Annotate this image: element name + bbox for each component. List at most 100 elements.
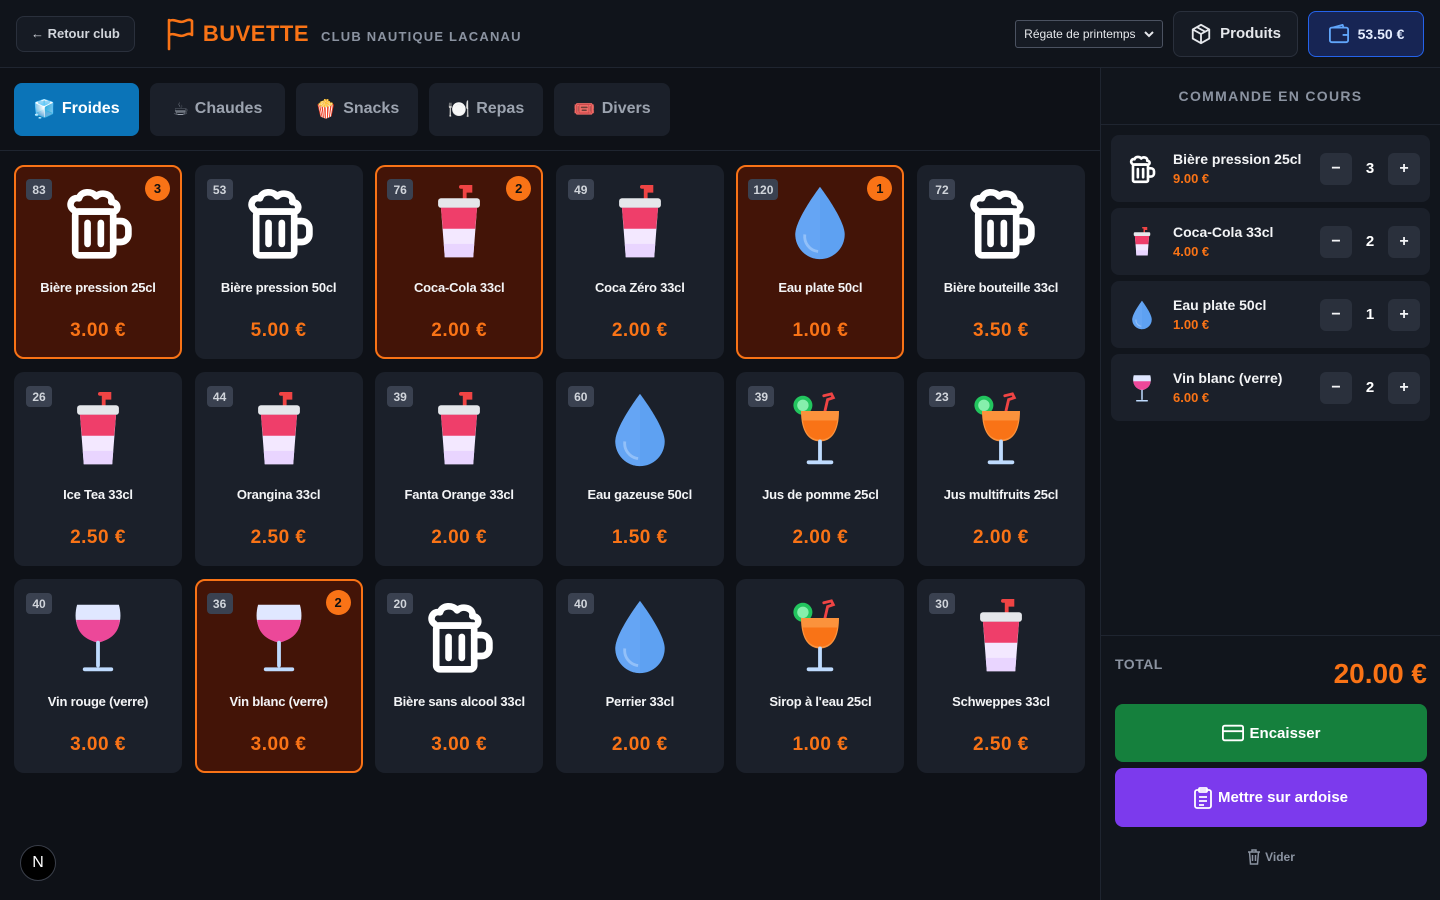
product-price: 3.00 € [431, 734, 488, 755]
tab-snacks[interactable]: 🍿 Snacks [296, 82, 418, 136]
tropical-drink-icon [963, 392, 1039, 468]
wallet-icon [1328, 23, 1349, 43]
product-price: 2.00 € [431, 527, 488, 548]
product-name: Perrier 33cl [605, 694, 675, 709]
put-on-tab-label: Mettre sur ardoise [1217, 789, 1349, 806]
tab-divers[interactable]: 🎟️ Divers [554, 82, 670, 136]
product-card[interactable]: 23 Jus multifruits 25cl 2.00 € [916, 372, 1085, 566]
event-select[interactable]: Régate de printemps [1015, 19, 1164, 48]
order-item: Eau plate 50cl 1.00 € − 1 + [1111, 281, 1430, 348]
products-button[interactable]: Produits [1173, 10, 1298, 57]
product-price: 2.00 € [611, 320, 668, 341]
product-card[interactable]: 30 Schweppes 33cl 2.50 € [916, 579, 1085, 773]
water-drop-icon [602, 599, 678, 675]
product-name: Bière pression 50cl [220, 280, 337, 295]
clear-order-button[interactable]: Vider [1236, 849, 1306, 865]
product-card[interactable]: 83 3 Bière pression 25cl 3.00 € [14, 165, 182, 359]
dev-tools-badge[interactable]: N [20, 845, 56, 881]
product-name: Ice Tea 33cl [63, 487, 133, 502]
order-item-price: 9.00 € [1173, 171, 1210, 186]
product-card[interactable]: 20 Bière sans alcool 33cl 3.00 € [375, 579, 544, 773]
order-item-name: Eau plate 50cl [1173, 297, 1267, 313]
tab-froides[interactable]: 🧊 Froides [14, 82, 139, 136]
product-price: 1.00 € [792, 734, 849, 755]
product-card[interactable]: 72 Bière bouteille 33cl 3.50 € [916, 165, 1085, 359]
product-price: 2.50 € [70, 527, 126, 548]
soda-cup-icon [60, 392, 136, 468]
stock-badge: 49 [567, 179, 594, 200]
brand-title: BUVETTE [202, 20, 310, 46]
product-card[interactable]: 53 Bière pression 50cl 5.00 € [194, 165, 363, 359]
product-card[interactable]: 40 Perrier 33cl 2.00 € [555, 579, 724, 773]
stock-badge: 23 [928, 386, 955, 407]
tab-chaudes[interactable]: ☕ Chaudes [150, 82, 285, 136]
order-item-price: 4.00 € [1173, 244, 1210, 259]
decrease-button[interactable]: − [1320, 225, 1352, 258]
order-item-name: Vin blanc (verre) [1173, 370, 1283, 386]
product-name: Coca-Cola 33cl [413, 280, 505, 295]
soda-cup-icon [421, 185, 497, 261]
soda-cup-icon [241, 392, 317, 468]
stock-badge: 40 [26, 593, 52, 614]
total-value: 20.00 € [1333, 658, 1427, 689]
quantity-stepper: − 3 + [1320, 152, 1420, 185]
wine-glass-icon [241, 599, 317, 675]
increase-button[interactable]: + [1388, 152, 1420, 185]
total-label: TOTAL [1115, 656, 1163, 672]
stock-badge: 76 [387, 179, 414, 200]
decrease-button[interactable]: − [1320, 371, 1352, 404]
order-item: Bière pression 25cl 9.00 € − 3 + [1111, 135, 1430, 202]
increase-button[interactable]: + [1388, 298, 1420, 331]
product-card[interactable]: 76 2 Coca-Cola 33cl 2.00 € [375, 165, 544, 359]
products-button-label: Produits [1220, 25, 1281, 42]
put-on-tab-button[interactable]: Mettre sur ardoise [1115, 768, 1427, 827]
product-price: 2.00 € [431, 320, 488, 341]
wine-glass-icon [60, 599, 136, 675]
product-price: 3.00 € [70, 734, 126, 755]
product-card[interactable]: 120 1 Eau plate 50cl 1.00 € [736, 165, 905, 359]
product-name: Vin blanc (verre) [229, 694, 328, 709]
product-card[interactable]: 39 Jus de pomme 25cl 2.00 € [736, 372, 905, 566]
product-name: Schweppes 33cl [952, 694, 1050, 709]
product-name: Orangina 33cl [236, 487, 321, 502]
water-drop-icon [782, 185, 858, 261]
event-select-value: Régate de printemps [1024, 26, 1136, 41]
product-name: Bière pression 25cl [40, 280, 156, 295]
tab-label: Chaudes [194, 100, 263, 117]
product-card[interactable]: 60 Eau gazeuse 50cl 1.50 € [555, 372, 724, 566]
order-item: Coca-Cola 33cl 4.00 € − 2 + [1111, 208, 1430, 275]
back-to-club-button[interactable]: ← Retour club [16, 15, 135, 52]
order-item-qty: 1 [1365, 306, 1375, 323]
product-card[interactable]: 49 Coca Zéro 33cl 2.00 € [555, 165, 724, 359]
wallet-button[interactable]: 53.50 € [1308, 10, 1424, 57]
decrease-button[interactable]: − [1320, 152, 1352, 185]
product-card[interactable]: Sirop à l'eau 25cl 1.00 € [736, 579, 905, 773]
brand-subtitle: CLUB NAUTIQUE LACANAU [321, 28, 522, 44]
tab-repas[interactable]: 🍽️ Repas [429, 82, 543, 136]
product-name: Sirop à l'eau 25cl [769, 694, 872, 709]
product-card[interactable]: 39 Fanta Orange 33cl 2.00 € [375, 372, 544, 566]
box-icon [1191, 23, 1211, 44]
quantity-badge: 2 [325, 590, 351, 615]
product-card[interactable]: 44 Orangina 33cl 2.50 € [194, 372, 363, 566]
beer-mug-icon [241, 185, 317, 261]
soda-cup-icon [421, 392, 497, 468]
stock-badge: 83 [26, 179, 52, 200]
top-bar: ← Retour club BUVETTE CLUB NAUTIQUE LACA… [0, 0, 1440, 68]
decrease-button[interactable]: − [1320, 298, 1352, 331]
product-name: Bière bouteille 33cl [943, 280, 1059, 295]
product-price: 3.00 € [250, 734, 307, 755]
order-panel: COMMANDE EN COURS Bière pression 25cl 9.… [1100, 68, 1440, 900]
clipboard-icon [1194, 786, 1212, 809]
checkout-button[interactable]: Encaisser [1115, 704, 1427, 762]
product-card[interactable]: 36 2 Vin blanc (verre) 3.00 € [194, 579, 363, 773]
beer-mug-icon [421, 599, 497, 675]
product-card[interactable]: 40 Vin rouge (verre) 3.00 € [14, 579, 182, 773]
stock-badge: 120 [748, 179, 779, 200]
product-name: Bière sans alcool 33cl [393, 694, 525, 709]
stock-badge: 60 [567, 386, 594, 407]
order-item-qty: 2 [1365, 233, 1375, 250]
increase-button[interactable]: + [1388, 371, 1420, 404]
product-card[interactable]: 26 Ice Tea 33cl 2.50 € [14, 372, 182, 566]
increase-button[interactable]: + [1388, 225, 1420, 258]
